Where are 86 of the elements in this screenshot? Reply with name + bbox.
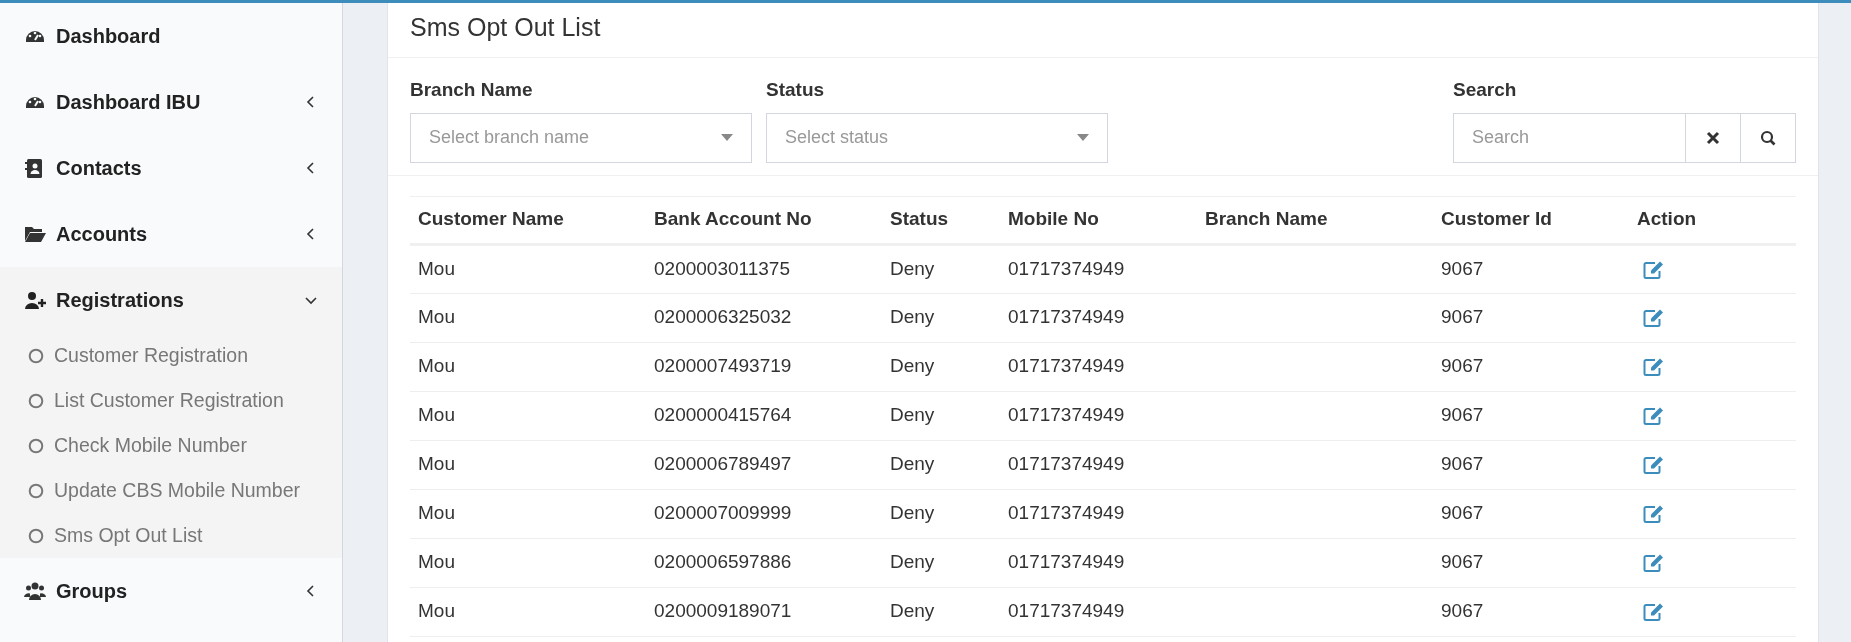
table-cell: Deny [882, 587, 1000, 636]
table-cell: 9067 [1433, 538, 1629, 587]
table-cell: 0200007009999 [646, 489, 882, 538]
edit-icon[interactable] [1643, 357, 1665, 378]
edit-icon[interactable] [1643, 308, 1665, 329]
table-cell: Deny [882, 489, 1000, 538]
table-cell: 01717374949 [1000, 440, 1197, 489]
submenu-item[interactable]: Check Mobile Number [0, 423, 342, 468]
table-cell: Mou [410, 440, 646, 489]
table-cell: 01717374949 [1000, 391, 1197, 440]
table-cell: Mou [410, 391, 646, 440]
table-cell: Deny [882, 391, 1000, 440]
table-cell: 01717374949 [1000, 293, 1197, 342]
table-cell: 9067 [1433, 342, 1629, 391]
sidebar-item[interactable]: Groups [0, 558, 342, 624]
table-cell: Deny [882, 440, 1000, 489]
submenu-item[interactable]: Update CBS Mobile Number [0, 468, 342, 513]
column-header: Action [1629, 196, 1796, 244]
search-icon [1760, 129, 1776, 146]
column-header: Customer Name [410, 196, 646, 244]
edit-icon[interactable] [1643, 553, 1665, 574]
close-icon [1705, 129, 1721, 146]
edit-icon[interactable] [1643, 602, 1665, 623]
table-cell: 0200009189071 [646, 587, 882, 636]
table-cell: 01717374949 [1000, 489, 1197, 538]
table-cell: 01717374949 [1000, 342, 1197, 391]
table-cell: 9067 [1433, 440, 1629, 489]
caret-down-icon [1077, 134, 1089, 141]
field-label: Status [766, 78, 826, 102]
user-plus-icon [24, 289, 46, 311]
page-title: Sms Opt Out List [410, 13, 601, 41]
sidebar-item[interactable]: Dashboard IBU [0, 69, 342, 135]
circle-icon [28, 437, 44, 454]
submenu-item[interactable]: Sms Opt Out List [0, 513, 342, 558]
table-cell: 9067 [1433, 293, 1629, 342]
edit-icon[interactable] [1643, 455, 1665, 476]
circle-icon [28, 392, 44, 409]
field-label: Branch Name [410, 78, 534, 102]
table-cell: Mou [410, 489, 646, 538]
sidebar-item[interactable]: Accounts [0, 201, 342, 267]
table-cell: 01717374949 [1000, 587, 1197, 636]
clear-button[interactable] [1686, 112, 1741, 163]
table-cell: 0200006597886 [646, 538, 882, 587]
table-cell: 0200003011375 [646, 244, 882, 293]
search-field[interactable]: Search [1453, 112, 1686, 163]
column-header: Mobile No [1000, 196, 1197, 244]
caret-down-icon [721, 134, 733, 141]
column-header: Status [882, 196, 1000, 244]
column-header: Customer Id [1433, 196, 1629, 244]
column-header: Branch Name [1197, 196, 1433, 244]
submenu-item[interactable]: Customer Registration [0, 333, 342, 378]
sidebar-item[interactable]: Contacts [0, 135, 342, 201]
table-cell: 9067 [1433, 391, 1629, 440]
table-cell: 0200007493719 [646, 342, 882, 391]
table-cell: Mou [410, 538, 646, 587]
edit-icon[interactable] [1643, 504, 1665, 525]
circle-icon [28, 527, 44, 544]
sidebar-item[interactable]: Dashboard [0, 3, 342, 69]
circle-icon [28, 482, 44, 499]
users-icon [24, 580, 46, 602]
table-cell: 0200006789497 [646, 440, 882, 489]
submenu-item[interactable]: List Customer Registration [0, 378, 342, 423]
column-header: Bank Account No [646, 196, 882, 244]
field-label: Search [1453, 78, 1518, 102]
table-cell: 9067 [1433, 489, 1629, 538]
select-field[interactable]: Select status [766, 112, 1108, 163]
table-cell: 9067 [1433, 587, 1629, 636]
table-cell: 0200000415764 [646, 391, 882, 440]
table-cell: Mou [410, 293, 646, 342]
table-cell: 01717374949 [1000, 538, 1197, 587]
table-cell: Deny [882, 293, 1000, 342]
table-cell: Deny [882, 244, 1000, 293]
edit-icon[interactable] [1643, 406, 1665, 427]
table-cell: 0200006325032 [646, 293, 882, 342]
circle-icon [28, 347, 44, 364]
table-cell: Deny [882, 538, 1000, 587]
search-button[interactable] [1741, 112, 1796, 163]
table-cell: Mou [410, 587, 646, 636]
table-cell: Deny [882, 342, 1000, 391]
table-cell: 9067 [1433, 244, 1629, 293]
table-cell: 01717374949 [1000, 244, 1197, 293]
select-field[interactable]: Select branch name [410, 112, 752, 163]
table-cell: Mou [410, 342, 646, 391]
sidebar-item[interactable]: Registrations [0, 267, 342, 333]
edit-icon[interactable] [1643, 259, 1665, 280]
table-cell: Mou [410, 244, 646, 293]
